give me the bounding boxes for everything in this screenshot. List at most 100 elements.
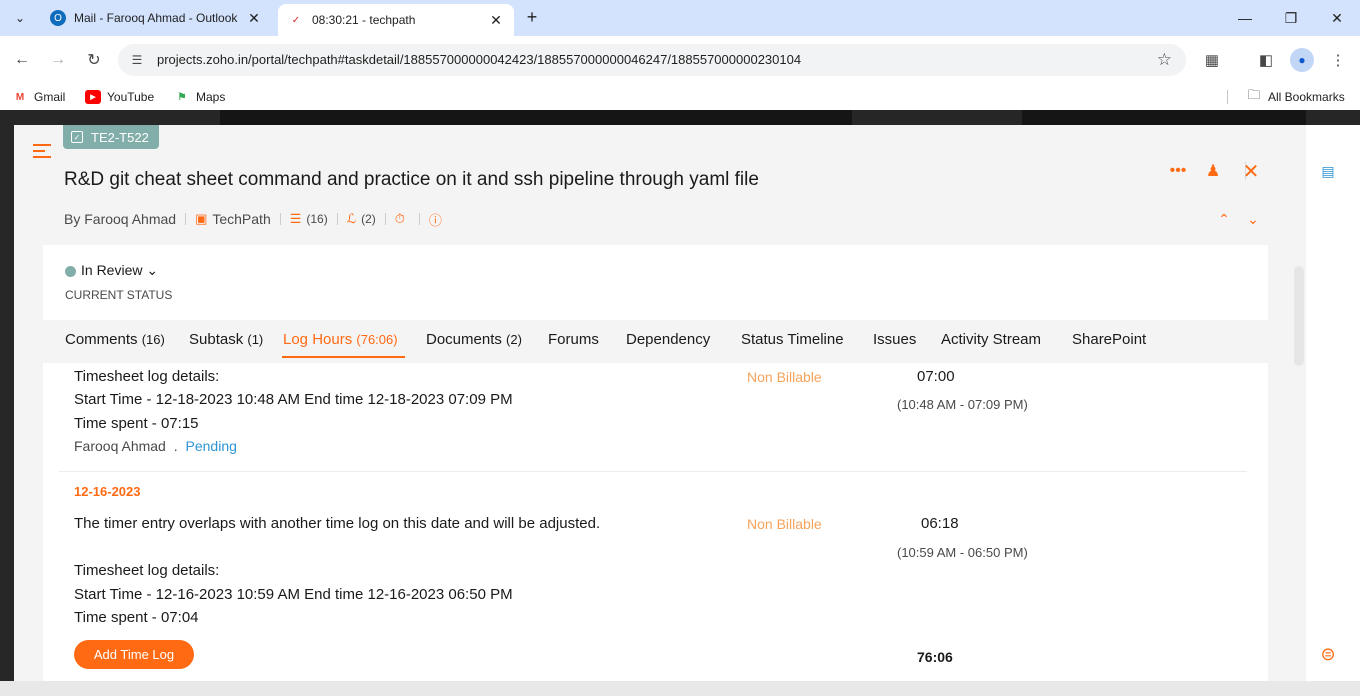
reload-button[interactable]: ↻ bbox=[82, 48, 106, 72]
tab-sharepoint[interactable]: SharePoint bbox=[1072, 331, 1146, 348]
log-details-label: Timesheet log details: bbox=[74, 368, 220, 385]
task-author[interactable]: By Farooq Ahmad bbox=[64, 211, 176, 227]
status-dot bbox=[65, 266, 76, 277]
new-tab-button[interactable]: + bbox=[520, 6, 544, 30]
log-user[interactable]: Farooq Ahmad bbox=[74, 438, 166, 454]
log-date: 12-16-2023 bbox=[74, 484, 141, 499]
browser-menu-button[interactable]: ⋮ bbox=[1326, 48, 1350, 72]
back-button[interactable]: ← bbox=[10, 48, 34, 72]
tab-title: Mail - Farooq Ahmad - Outlook bbox=[74, 11, 238, 25]
log-time-spent: Time spent - 07:15 bbox=[74, 415, 199, 432]
close-icon: ✕ bbox=[1331, 9, 1343, 26]
log-time-range: (10:48 AM - 07:09 PM) bbox=[897, 397, 1028, 412]
close-icon[interactable]: ✕ bbox=[488, 12, 504, 29]
log-details-label: Timesheet log details: bbox=[74, 562, 220, 579]
browser-tab-outlook[interactable]: O Mail - Farooq Ahmad - Outlook ✕ bbox=[40, 4, 272, 32]
chevron-down-icon: ⌄ bbox=[14, 11, 26, 25]
tab-label: Documents bbox=[426, 331, 502, 348]
meta-divider bbox=[384, 213, 386, 225]
arrow-right-icon: → bbox=[50, 51, 66, 68]
panel-scrollbar[interactable] bbox=[1294, 266, 1304, 366]
reload-icon: ↻ bbox=[87, 52, 101, 69]
tab-dependency[interactable]: Dependency bbox=[626, 331, 710, 348]
minimize-button[interactable]: — bbox=[1222, 0, 1268, 36]
url-text[interactable]: projects.zoho.in/portal/techpath#taskdet… bbox=[157, 52, 801, 67]
outlook-icon: O bbox=[50, 10, 66, 26]
task-id-badge: ✓ TE2-T522 bbox=[63, 125, 159, 149]
chevron-down-icon: ⌄ bbox=[146, 262, 159, 278]
tab-count: (1) bbox=[247, 332, 264, 347]
billing-type[interactable]: Non Billable bbox=[747, 369, 822, 385]
approval-status[interactable]: Pending bbox=[186, 438, 237, 454]
comments-count[interactable]: (16) bbox=[306, 212, 327, 226]
close-panel-button[interactable]: ✕ bbox=[1239, 160, 1263, 183]
menu-icon[interactable] bbox=[33, 144, 51, 160]
bookmark-label: YouTube bbox=[107, 90, 155, 104]
follow-button[interactable]: ♟ bbox=[1201, 161, 1225, 181]
billing-type[interactable]: Non Billable bbox=[747, 516, 822, 532]
log-hours-value[interactable]: 06:18 bbox=[921, 515, 959, 532]
tab-subtask[interactable]: Subtask (1) bbox=[189, 331, 263, 348]
timer-icon[interactable]: ⏱ bbox=[395, 211, 405, 227]
task-id: TE2-T522 bbox=[91, 129, 149, 145]
collapse-icon[interactable]: ⊜ bbox=[1317, 644, 1339, 664]
profile-icon: ● bbox=[1298, 53, 1306, 67]
log-hours-list: Timesheet log details: Start Time - 12-1… bbox=[43, 363, 1268, 681]
previous-task-button[interactable]: ⌃ bbox=[1214, 209, 1234, 229]
bookmark-star-icon[interactable]: ☆ bbox=[1157, 50, 1172, 70]
gmail-icon: M bbox=[15, 91, 25, 103]
tab-activity-stream[interactable]: Activity Stream bbox=[941, 331, 1041, 348]
close-icon[interactable]: ✕ bbox=[246, 10, 262, 27]
status-card: In Review ⌄ CURRENT STATUS bbox=[43, 245, 1268, 320]
attachments-count[interactable]: (2) bbox=[361, 212, 376, 226]
log-start-end: Start Time - 12-18-2023 10:48 AM End tim… bbox=[74, 391, 513, 408]
log-divider bbox=[59, 471, 1247, 472]
tab-comments[interactable]: Comments (16) bbox=[65, 331, 165, 348]
task-title[interactable]: R&D git cheat sheet command and practice… bbox=[64, 169, 759, 191]
next-task-button[interactable]: ⌄ bbox=[1243, 209, 1263, 229]
bookmarks-bar: M Gmail ▶ YouTube ⚑ Maps 🗀 All Bookmarks bbox=[0, 84, 1360, 110]
window-close-button[interactable]: ✕ bbox=[1314, 0, 1360, 36]
side-panel-button[interactable]: ◧ bbox=[1254, 48, 1278, 72]
restore-button[interactable]: ❐ bbox=[1268, 0, 1314, 36]
add-time-log-button[interactable]: Add Time Log bbox=[74, 640, 194, 669]
tab-documents[interactable]: Documents (2) bbox=[426, 331, 522, 348]
extensions-button[interactable]: ▦ bbox=[1200, 48, 1224, 72]
chevron-down-icon: ⌄ bbox=[1247, 210, 1259, 227]
task-project[interactable]: TechPath bbox=[212, 211, 270, 227]
all-bookmarks-label: All Bookmarks bbox=[1268, 90, 1345, 104]
meta-divider bbox=[185, 213, 187, 225]
task-meta: By Farooq Ahmad ▣ TechPath ☰ (16) ℒ (2) … bbox=[64, 210, 447, 228]
tab-log-hours[interactable]: Log Hours (76:06) bbox=[283, 331, 398, 348]
comment-icon: ☰ bbox=[289, 211, 302, 226]
browser-tab-techpath[interactable]: ✓ 08:30:21 - techpath ✕ bbox=[278, 4, 514, 36]
tab-status-timeline[interactable]: Status Timeline bbox=[741, 331, 844, 348]
log-start-end: Start Time - 12-16-2023 10:59 AM End tim… bbox=[74, 586, 513, 603]
backdrop-block bbox=[220, 110, 852, 125]
side-panel-icon: ◧ bbox=[1258, 52, 1274, 69]
log-overlap-note: The timer entry overlaps with another ti… bbox=[74, 515, 601, 532]
bookmark-youtube[interactable]: ▶ YouTube bbox=[85, 88, 154, 106]
all-bookmarks[interactable]: 🗀 All Bookmarks bbox=[1246, 87, 1345, 106]
status-dropdown[interactable]: In Review ⌄ bbox=[81, 262, 158, 279]
browser-toolbar: ← → ↻ ☰ projects.zoho.in/portal/techpath… bbox=[0, 36, 1360, 84]
browser-tab-strip: ⌄ O Mail - Farooq Ahmad - Outlook ✕ ✓ 08… bbox=[0, 0, 1360, 36]
address-bar[interactable]: ☰ projects.zoho.in/portal/techpath#taskd… bbox=[118, 44, 1186, 76]
youtube-icon: ▶ bbox=[85, 90, 101, 104]
bookmark-gmail[interactable]: M Gmail bbox=[12, 88, 66, 106]
bookmark-maps[interactable]: ⚑ Maps bbox=[174, 88, 226, 106]
info-icon[interactable]: ⓘ bbox=[429, 210, 442, 229]
profile-button[interactable]: ● bbox=[1290, 48, 1314, 72]
chat-icon[interactable]: ▤ bbox=[1317, 161, 1339, 181]
more-vert-icon: ⋮ bbox=[1330, 52, 1346, 69]
tab-count: (16) bbox=[141, 332, 165, 347]
log-hours-value[interactable]: 07:00 bbox=[917, 368, 955, 385]
tab-forums[interactable]: Forums bbox=[548, 331, 599, 348]
close-icon: ✕ bbox=[1242, 160, 1260, 183]
tab-search-button[interactable]: ⌄ bbox=[8, 6, 32, 30]
forward-button[interactable]: → bbox=[46, 48, 70, 72]
tab-issues[interactable]: Issues bbox=[873, 331, 916, 348]
more-options-button[interactable]: ••• bbox=[1166, 161, 1190, 181]
site-info-icon[interactable]: ☰ bbox=[128, 51, 146, 69]
tab-label: Subtask bbox=[189, 331, 244, 348]
